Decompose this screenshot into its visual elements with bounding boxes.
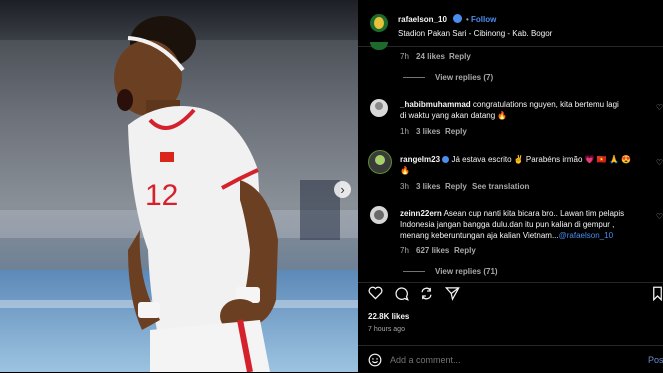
divider [358, 282, 663, 283]
view-replies-button[interactable]: View replies (7) [403, 73, 493, 82]
verified-badge-icon [453, 14, 462, 23]
share-send-icon[interactable] [445, 286, 460, 301]
comment-reply-button[interactable]: Reply [454, 246, 476, 255]
commenter-avatar[interactable] [370, 99, 388, 117]
comment-likes[interactable]: 24 likes [416, 52, 445, 61]
comment-reply-button[interactable]: Reply [445, 182, 467, 191]
comment-text-line1: Asean cup nanti kita bicara bro.. Lawan … [443, 209, 625, 218]
comment-text-line1: Já estava escrito ✌️ Parabéns irmão 💗 🇻🇳… [451, 155, 632, 164]
emoji-smiley-icon[interactable] [368, 353, 382, 367]
dot-separator: • [466, 15, 469, 24]
save-bookmark-icon[interactable] [652, 286, 663, 301]
view-replies-label: View replies (71) [435, 267, 498, 276]
post-location[interactable]: Stadion Pakan Sari - Cibinong - Kab. Bog… [398, 29, 552, 38]
player-figure: 12 [114, 16, 278, 372]
comment-time: 1h [400, 127, 409, 136]
comment-composer: Pos [358, 345, 663, 373]
comment-time: 3h [400, 182, 409, 191]
like-comment-icon[interactable]: ♡ [656, 103, 663, 112]
comment-text-line2: di waktu yang akan datang 🔥 [400, 111, 508, 120]
comment-likes[interactable]: 3 likes [416, 127, 440, 136]
post-timestamp: 7 hours ago [368, 326, 405, 333]
add-comment-input[interactable] [390, 352, 610, 368]
commenter-avatar[interactable] [368, 150, 392, 174]
comment-bubble-icon[interactable] [394, 286, 409, 301]
comment-reply-button[interactable]: Reply [445, 127, 467, 136]
comment-text-line3: menang keberuntungan aja kalian Vietnam.… [400, 231, 559, 240]
comment-text-line2: 🔥 [400, 166, 410, 175]
comment-text-line2: Indonesia jangan bangga dulu.dan itu pun… [400, 220, 615, 229]
author-username[interactable]: rafaelson_10 [398, 15, 447, 24]
commenter-username[interactable]: rangelm23 [400, 155, 440, 164]
author-avatar[interactable] [370, 14, 388, 32]
comment-text-line1: congratulations nguyen, kita bertemu lag… [472, 100, 619, 109]
post-header: rafaelson_10 • Follow Stadion Pakan Sari… [358, 0, 663, 50]
commenter-username[interactable]: _habibmuhammad [400, 100, 471, 109]
comment-body: zeinn22ern Asean cup nanti kita bicara b… [400, 209, 624, 218]
jersey-number: 12 [145, 179, 178, 212]
like-comment-icon[interactable]: ♡ [656, 158, 663, 167]
post-photo: 12 › [0, 0, 358, 372]
comment-text-line3-wrap: menang keberuntungan aja kalian Vietnam.… [400, 231, 613, 240]
comments-panel: rafaelson_10 • Follow Stadion Pakan Sari… [358, 0, 663, 372]
repost-icon[interactable] [419, 286, 434, 301]
comment-likes[interactable]: 627 likes [416, 246, 449, 255]
next-photo-button[interactable]: › [334, 181, 351, 198]
comment-likes[interactable]: 3 likes [416, 182, 440, 191]
see-translation-button[interactable]: See translation [472, 182, 529, 191]
verified-badge-icon [442, 156, 450, 164]
comment-body: rangelm23 Já estava escrito ✌️ Parabéns … [400, 155, 631, 164]
like-comment-icon[interactable]: ♡ [656, 212, 663, 221]
replies-line [403, 77, 425, 79]
post-comment-button[interactable]: Pos [648, 355, 663, 365]
comment-reply-button[interactable]: Reply [449, 52, 471, 61]
like-heart-icon[interactable] [368, 286, 383, 300]
comment-time: 7h [400, 246, 409, 255]
commenter-avatar[interactable] [370, 206, 388, 224]
follow-button[interactable]: Follow [471, 15, 496, 24]
comment-mention-link[interactable]: @rafaelson_10 [559, 231, 613, 240]
comment-time: 7h [400, 52, 409, 61]
view-replies-button[interactable]: View replies (71) [403, 267, 498, 276]
post-likes-count[interactable]: 22.8K likes [368, 312, 409, 321]
replies-line [403, 271, 425, 273]
author-avatar-comment[interactable] [370, 42, 388, 50]
view-replies-label: View replies (7) [435, 73, 494, 82]
commenter-username[interactable]: zeinn22ern [400, 209, 442, 218]
comment-body: _habibmuhammad congratulations nguyen, k… [400, 100, 619, 109]
